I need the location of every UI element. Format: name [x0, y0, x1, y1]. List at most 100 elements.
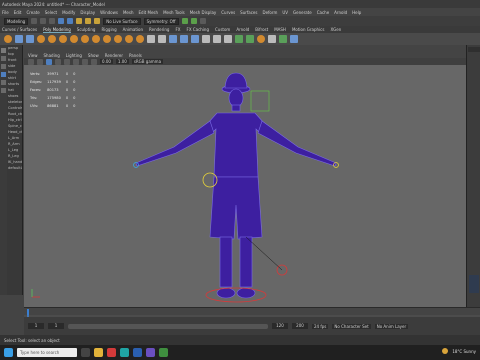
photoshop-icon[interactable] [133, 348, 142, 357]
spreadsheet-icon[interactable] [159, 348, 168, 357]
plane-icon[interactable] [59, 35, 67, 43]
menu-display[interactable]: Display [80, 10, 95, 15]
panel-menu-lighting[interactable]: Lighting [66, 53, 82, 58]
target-weld-icon[interactable] [246, 35, 254, 43]
select-by-object-icon[interactable] [67, 18, 74, 24]
cube-icon[interactable] [15, 35, 23, 43]
camera-icon[interactable] [28, 58, 34, 65]
shelf-tab-bifrost[interactable]: Bifrost [255, 27, 268, 32]
helix-icon[interactable] [125, 35, 133, 43]
shelf-tab-mash[interactable]: MASH [274, 27, 286, 32]
shelf-tab-curves-surfaces[interactable]: Curves / Surfaces [2, 27, 37, 32]
pipe-icon[interactable] [114, 35, 122, 43]
boolean-icon[interactable] [180, 35, 188, 43]
shelf-tab-rigging[interactable]: Rigging [101, 27, 116, 32]
multi-cut-icon[interactable] [235, 35, 243, 43]
menu-mesh-display[interactable]: Mesh Display [190, 10, 217, 15]
wireframe-icon[interactable] [37, 58, 43, 65]
uv-editor-icon[interactable] [257, 35, 265, 43]
bevel-icon[interactable] [224, 35, 232, 43]
live-surface-field[interactable]: No Live Surface [103, 17, 141, 25]
anim-end-field[interactable]: 200 [292, 323, 308, 329]
file-explorer-icon[interactable] [94, 348, 103, 357]
snap-grid-icon[interactable] [76, 18, 83, 24]
shelf-tab-motion-graphics[interactable]: Motion Graphics [292, 27, 325, 32]
task-view-icon[interactable] [81, 348, 90, 357]
smooth-shade-icon[interactable] [46, 58, 52, 65]
extrude-icon[interactable] [202, 35, 210, 43]
menu-curves[interactable]: Curves [221, 10, 235, 15]
prism-icon[interactable] [103, 35, 111, 43]
menu-arnold[interactable]: Arnold [334, 10, 347, 15]
bridge-icon[interactable] [213, 35, 221, 43]
range-start-field[interactable]: 1 [28, 323, 44, 329]
torus-icon[interactable] [48, 35, 56, 43]
shelf-tab-sculpting[interactable]: Sculpting [77, 27, 96, 32]
shelf-tab-arnold[interactable]: Arnold [236, 27, 249, 32]
range-slider[interactable] [68, 323, 268, 329]
isolate-icon[interactable] [91, 58, 97, 65]
menu-create[interactable]: Create [26, 10, 39, 15]
shelf-tab-poly-modeling[interactable]: Poly Modeling [43, 27, 71, 33]
panel-menu-show[interactable]: Show [88, 53, 99, 58]
anim-layer-dropdown[interactable]: No Anim Layer [374, 323, 409, 329]
soften-edge-icon[interactable] [290, 35, 298, 43]
shelf-tab-animation[interactable]: Animation [123, 27, 143, 32]
character-model[interactable] [135, 72, 337, 299]
color-space-dropdown[interactable]: sRGB gamma [131, 59, 164, 64]
time-slider[interactable] [24, 307, 480, 317]
sphere-icon[interactable] [4, 35, 12, 43]
smooth-icon[interactable] [169, 35, 177, 43]
snap-curve-icon[interactable] [85, 18, 92, 24]
menu-windows[interactable]: Windows [100, 10, 118, 15]
gamma-field[interactable]: 1.00 [115, 59, 129, 64]
premiere-icon[interactable] [146, 348, 155, 357]
textured-icon[interactable] [55, 58, 61, 65]
menu-mesh[interactable]: Mesh [123, 10, 134, 15]
menu-edit-mesh[interactable]: Edit Mesh [139, 10, 159, 15]
panel-menu-panels[interactable]: Panels [129, 53, 142, 58]
gear-icon[interactable] [136, 35, 144, 43]
cone-icon[interactable] [37, 35, 45, 43]
shelf-tab-fx-caching[interactable]: FX Caching [187, 27, 209, 32]
disc-icon[interactable] [70, 35, 78, 43]
range-end-field[interactable]: 120 [272, 323, 288, 329]
menu-uv[interactable]: UV [282, 10, 288, 15]
shadows-icon[interactable] [73, 58, 79, 65]
range-current-field[interactable]: 1 [48, 323, 64, 329]
shelf-tab-xgen[interactable]: XGen [330, 27, 341, 32]
mirror-icon[interactable] [191, 35, 199, 43]
menu-modify[interactable]: Modify [62, 10, 75, 15]
shelf-tab-fx[interactable]: FX [175, 27, 180, 32]
menu-cache[interactable]: Cache [317, 10, 329, 15]
lights-icon[interactable] [64, 58, 70, 65]
opera-icon[interactable] [107, 348, 116, 357]
separate-icon[interactable] [158, 35, 166, 43]
menu-help[interactable]: Help [352, 10, 361, 15]
quad-draw-icon[interactable] [279, 35, 287, 43]
panel-menu-renderer[interactable]: Renderer [105, 53, 123, 58]
menu-mesh-tools[interactable]: Mesh Tools [163, 10, 185, 15]
platonic-icon[interactable] [81, 35, 89, 43]
windows-start-icon[interactable] [4, 348, 13, 357]
shelf-tab-custom[interactable]: Custom [215, 27, 230, 32]
character-set-dropdown[interactable]: No Character Set [332, 323, 371, 329]
ipr-render-icon[interactable] [190, 18, 197, 24]
save-scene-icon[interactable] [49, 18, 56, 24]
pyramid-icon[interactable] [92, 35, 100, 43]
menu-surfaces[interactable]: Surfaces [240, 10, 257, 15]
render-settings-icon[interactable] [199, 18, 206, 24]
combine-icon[interactable] [147, 35, 155, 43]
select-by-hierarchy-icon[interactable] [58, 18, 65, 24]
menu-generate[interactable]: Generate [293, 10, 312, 15]
menu-select[interactable]: Select [45, 10, 57, 15]
menu-edit[interactable]: Edit [14, 10, 22, 15]
cylinder-icon[interactable] [26, 35, 34, 43]
new-scene-icon[interactable] [31, 18, 38, 24]
render-icon[interactable] [181, 18, 188, 24]
menu-deform[interactable]: Deform [262, 10, 277, 15]
exposure-field[interactable]: 0.00 [100, 59, 113, 64]
shelf-tab-rendering[interactable]: Rendering [149, 27, 169, 32]
outliner-item[interactable]: defaultLight [7, 165, 22, 171]
symmetry-dropdown[interactable]: Symmetry: Off [143, 17, 179, 25]
